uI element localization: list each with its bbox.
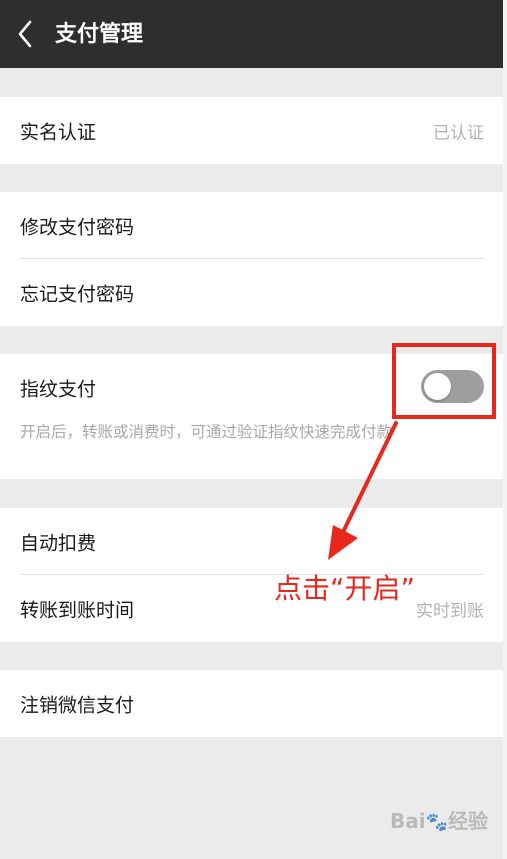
change-password-row[interactable]: 修改支付密码 bbox=[0, 192, 503, 259]
payment-management-screen: 支付管理 实名认证 已认证 修改支付密码 忘记支付密码 指纹支付 开启后，转账或… bbox=[0, 0, 507, 859]
identity-group: 实名认证 已认证 bbox=[0, 97, 503, 164]
chevron-left-icon bbox=[8, 14, 48, 54]
cancel-wechat-pay-label: 注销微信支付 bbox=[20, 694, 135, 716]
annotation-highlight-box bbox=[392, 343, 496, 419]
navigation-bar: 支付管理 bbox=[0, 0, 503, 68]
cancel-wechat-pay-row[interactable]: 注销微信支付 bbox=[0, 670, 503, 737]
page-title: 支付管理 bbox=[55, 22, 144, 47]
real-name-verification-row[interactable]: 实名认证 已认证 bbox=[0, 97, 503, 164]
transfer-time-row[interactable]: 转账到账时间 实时到账 bbox=[0, 575, 503, 642]
transfer-time-value: 实时到账 bbox=[416, 601, 484, 621]
back-button[interactable] bbox=[8, 14, 48, 54]
verification-status: 已认证 bbox=[433, 123, 484, 143]
real-name-verification-label: 实名认证 bbox=[20, 121, 97, 143]
forgot-password-label: 忘记支付密码 bbox=[20, 283, 135, 305]
watermark-suffix: 经验 bbox=[448, 809, 489, 833]
password-group: 修改支付密码 忘记支付密码 bbox=[0, 192, 503, 326]
baidu-jingyan-watermark: Bai🐾经验 bbox=[390, 805, 488, 834]
auto-deduction-row[interactable]: 自动扣费 bbox=[0, 508, 503, 575]
transfer-time-label: 转账到账时间 bbox=[20, 599, 135, 621]
change-password-label: 修改支付密码 bbox=[20, 216, 135, 238]
right-edge-divider bbox=[503, 0, 507, 859]
deduction-group: 自动扣费 转账到账时间 实时到账 bbox=[0, 508, 503, 642]
forgot-password-row[interactable]: 忘记支付密码 bbox=[0, 259, 503, 326]
auto-deduction-label: 自动扣费 bbox=[20, 532, 97, 554]
fingerprint-description: 开启后，转账或消费时，可通过验证指纹快速完成付款 bbox=[20, 423, 393, 441]
annotation-text: 点击“开启” bbox=[274, 572, 416, 605]
cancel-group: 注销微信支付 bbox=[0, 670, 503, 737]
watermark-brand: Bai bbox=[390, 809, 426, 833]
fingerprint-payment-label: 指纹支付 bbox=[20, 378, 97, 400]
paw-icon: 🐾 bbox=[425, 812, 449, 833]
